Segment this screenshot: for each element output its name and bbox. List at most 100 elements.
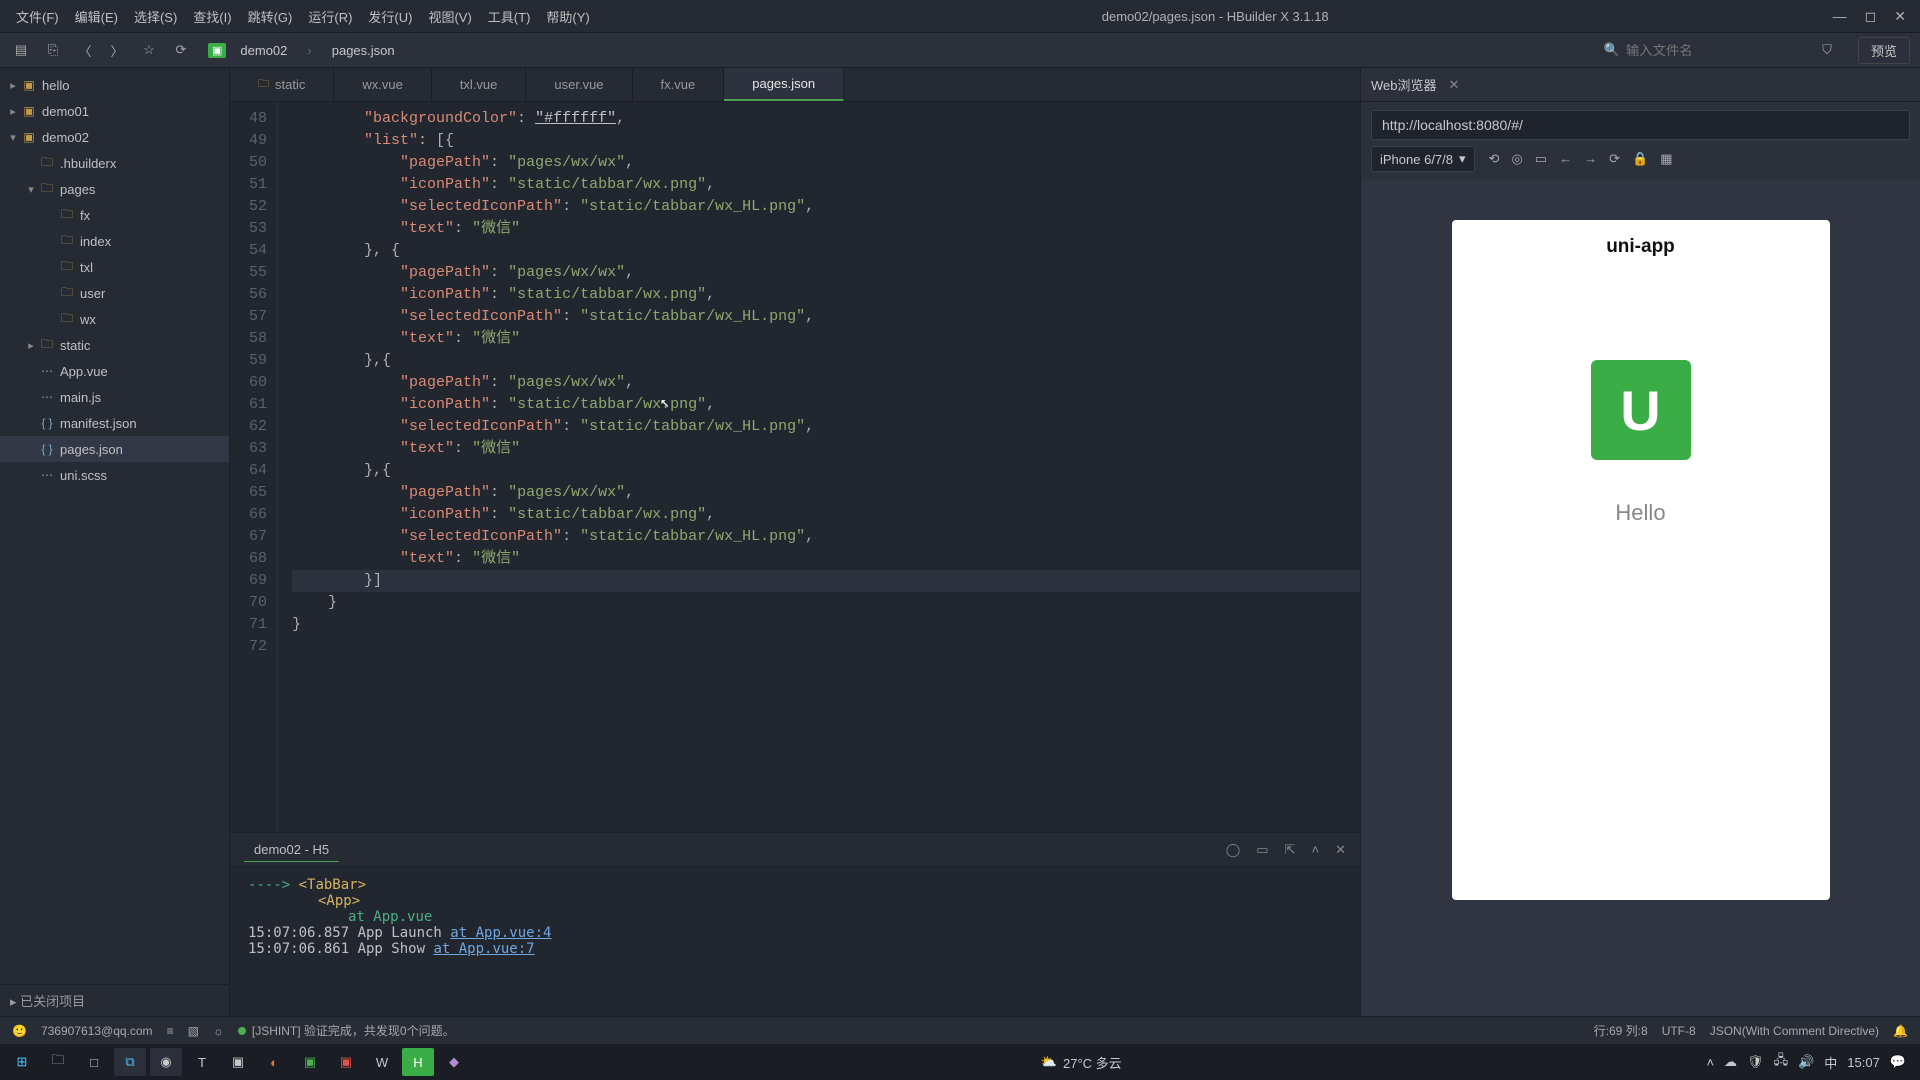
- encoding[interactable]: UTF-8: [1662, 1024, 1696, 1038]
- tab-pages[interactable]: pages.json: [724, 68, 844, 101]
- phone-simulator[interactable]: uni-app U Hello: [1452, 220, 1830, 900]
- back-icon[interactable]: ←: [1559, 151, 1572, 167]
- tree-item-uniscss[interactable]: ⋯uni.scss: [0, 462, 229, 488]
- status-user[interactable]: 736907613@qq.com: [41, 1024, 153, 1038]
- file-search[interactable]: 🔍: [1604, 42, 1806, 58]
- reload-icon[interactable]: ⟳: [1609, 151, 1620, 167]
- app-icon[interactable]: ▣: [294, 1048, 326, 1076]
- tray-volume-icon[interactable]: 🔊: [1798, 1054, 1814, 1070]
- tablet-icon[interactable]: ▭: [1535, 151, 1547, 167]
- menu-run[interactable]: 运行(R): [300, 7, 360, 26]
- rotate-icon[interactable]: ⟲: [1489, 151, 1500, 167]
- hbuilder-icon[interactable]: H: [402, 1048, 434, 1076]
- app-icon[interactable]: ▣: [330, 1048, 362, 1076]
- explorer-icon[interactable]: 🗀: [42, 1048, 74, 1076]
- status-icon[interactable]: ≡: [167, 1024, 174, 1038]
- console-link[interactable]: at App.vue:7: [433, 941, 534, 957]
- tree-item-pagesjson[interactable]: { }pages.json: [0, 436, 229, 462]
- tree-item-wx[interactable]: 🗀wx: [0, 306, 229, 332]
- status-icon[interactable]: ☼: [213, 1024, 224, 1038]
- lock-icon[interactable]: 🔒: [1632, 151, 1648, 167]
- device-select[interactable]: iPhone 6/7/8▾: [1371, 146, 1475, 172]
- tray-shield-icon[interactable]: 🛡: [1747, 1054, 1764, 1070]
- tree-item-user[interactable]: 🗀user: [0, 280, 229, 306]
- menu-publish[interactable]: 发行(U): [360, 7, 420, 26]
- tab-static[interactable]: 🗀static: [230, 68, 334, 101]
- filter-icon[interactable]: ⛉: [1816, 42, 1838, 58]
- tray-notification-icon[interactable]: 💬: [1890, 1054, 1906, 1070]
- console-output[interactable]: ----> <TabBar> <App> at App.vue 15:07:06…: [230, 866, 1360, 1016]
- console-collapse-icon[interactable]: ˄: [1312, 842, 1320, 858]
- window-minimize-icon[interactable]: ―: [1833, 8, 1847, 25]
- weather-icon[interactable]: ⛅: [1041, 1054, 1057, 1070]
- store-icon[interactable]: □: [78, 1048, 110, 1076]
- console-stop-icon[interactable]: ◯: [1226, 842, 1241, 858]
- tab-fx[interactable]: fx.vue: [633, 68, 725, 101]
- tray-time[interactable]: 15:07: [1847, 1055, 1880, 1070]
- closed-projects[interactable]: ▸ 已关闭项目: [0, 984, 229, 1016]
- tree-item-hbuilderx[interactable]: 🗀.hbuilderx: [0, 150, 229, 176]
- grid-icon[interactable]: ▦: [1660, 151, 1672, 167]
- menu-help[interactable]: 帮助(Y): [538, 7, 597, 26]
- tree-item-pages[interactable]: ▾🗀pages: [0, 176, 229, 202]
- firefox-icon[interactable]: ◐: [258, 1048, 290, 1076]
- star-icon[interactable]: ☆: [138, 42, 160, 58]
- app-icon[interactable]: ◆: [438, 1048, 470, 1076]
- vscode-icon[interactable]: ⧉: [114, 1048, 146, 1076]
- tree-item-mainjs[interactable]: ⋯main.js: [0, 384, 229, 410]
- tree-item-txl[interactable]: 🗀txl: [0, 254, 229, 280]
- breadcrumb-file[interactable]: pages.json: [326, 41, 401, 60]
- cursor-position[interactable]: 行:69 列:8: [1594, 1022, 1648, 1039]
- menu-goto[interactable]: 跳转(G): [240, 7, 301, 26]
- tab-wx[interactable]: wx.vue: [334, 68, 431, 101]
- tree-item-demo01[interactable]: ▸▣demo01: [0, 98, 229, 124]
- menu-select[interactable]: 选择(S): [126, 7, 185, 26]
- tray-ime[interactable]: 中: [1824, 1053, 1837, 1072]
- nav-back-icon[interactable]: 〈: [74, 41, 96, 60]
- target-icon[interactable]: ◎: [1511, 151, 1522, 167]
- weather-text[interactable]: 27°C 多云: [1063, 1053, 1122, 1072]
- tray-chevron-icon[interactable]: ˄: [1706, 1055, 1714, 1070]
- file-search-input[interactable]: [1626, 43, 1806, 58]
- tree-item-static[interactable]: ▸🗀static: [0, 332, 229, 358]
- forward-icon[interactable]: →: [1584, 151, 1597, 167]
- menu-tool[interactable]: 工具(T): [480, 7, 539, 26]
- tab-user[interactable]: user.vue: [526, 68, 632, 101]
- refresh-icon[interactable]: ⟳: [170, 42, 192, 58]
- menu-file[interactable]: 文件(F): [8, 7, 67, 26]
- tree-item-index[interactable]: 🗀index: [0, 228, 229, 254]
- tree-item-manifest[interactable]: { }manifest.json: [0, 410, 229, 436]
- start-icon[interactable]: ⊞: [6, 1048, 38, 1076]
- tree-item-fx[interactable]: 🗀fx: [0, 202, 229, 228]
- language-mode[interactable]: JSON(With Comment Directive): [1710, 1024, 1879, 1038]
- system-tray[interactable]: ˄ ☁ 🛡 🖧 🔊 中 15:07 💬: [1706, 1051, 1914, 1073]
- tree-item-hello[interactable]: ▸▣hello: [0, 72, 229, 98]
- code-editor[interactable]: 4849505152535455565758596061626364656667…: [230, 102, 1360, 832]
- breadcrumb-project[interactable]: demo02: [234, 41, 293, 60]
- new-file-icon[interactable]: ▤: [10, 42, 32, 58]
- save-icon[interactable]: ⎘: [42, 42, 64, 58]
- app-icon[interactable]: ▣: [222, 1048, 254, 1076]
- chrome-icon[interactable]: ◉: [150, 1048, 182, 1076]
- user-icon[interactable]: 🙂: [12, 1024, 27, 1038]
- app-icon[interactable]: W: [366, 1048, 398, 1076]
- tray-network-icon[interactable]: 🖧: [1774, 1051, 1789, 1073]
- menu-find[interactable]: 查找(I): [185, 7, 239, 26]
- window-close-icon[interactable]: ✕: [1894, 8, 1906, 25]
- nav-forward-icon[interactable]: 〉: [106, 41, 128, 60]
- console-close-icon[interactable]: ✕: [1335, 842, 1346, 858]
- console-popout-icon[interactable]: ⇱: [1285, 842, 1296, 858]
- tray-cloud-icon[interactable]: ☁: [1724, 1054, 1737, 1070]
- tab-txl[interactable]: txl.vue: [432, 68, 527, 101]
- file-tree[interactable]: ▸▣hello ▸▣demo01 ▾▣demo02 🗀.hbuilderx ▾🗀…: [0, 68, 229, 984]
- preview-button[interactable]: 预览: [1858, 37, 1910, 64]
- tree-item-appvue[interactable]: ⋯App.vue: [0, 358, 229, 384]
- menu-view[interactable]: 视图(V): [420, 7, 479, 26]
- status-icon[interactable]: ▧: [188, 1024, 199, 1038]
- console-link[interactable]: at App.vue:4: [450, 925, 551, 941]
- tree-item-demo02[interactable]: ▾▣demo02: [0, 124, 229, 150]
- preview-url-input[interactable]: http://localhost:8080/#/: [1371, 110, 1910, 140]
- window-maximize-icon[interactable]: ◻: [1865, 8, 1877, 25]
- bell-icon[interactable]: 🔔: [1893, 1024, 1908, 1038]
- preview-close-icon[interactable]: ✕: [1449, 77, 1460, 93]
